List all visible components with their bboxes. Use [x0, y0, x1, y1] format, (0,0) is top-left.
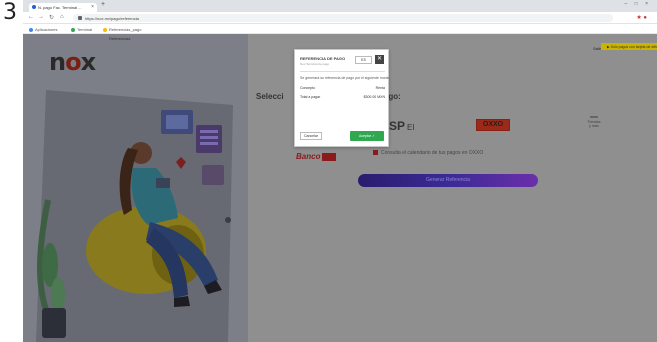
- back-icon[interactable]: ←: [28, 14, 34, 20]
- toolbar-extensions[interactable]: ★ ●: [636, 14, 647, 21]
- url-text: https://nox.mx/pago/referencia: [85, 16, 139, 21]
- favicon-icon: [32, 5, 36, 9]
- stores-option[interactable]: Tiendas y más: [580, 116, 608, 128]
- woman-beanbag-illustration: [36, 90, 233, 342]
- address-bar[interactable]: https://nox.mx/pago/referencia: [73, 14, 613, 22]
- bookmark-item[interactable]: Terminal: [71, 27, 92, 32]
- new-tab-button[interactable]: +: [101, 1, 105, 8]
- bookmark-item[interactable]: Referencias_pago: [103, 27, 141, 32]
- accept-button[interactable]: Aceptar ✓: [350, 131, 384, 141]
- browser-toolbar: ← → ↻ ⌂ https://nox.mx/pago/referencia ★…: [23, 12, 657, 24]
- reload-icon[interactable]: ↻: [49, 14, 54, 21]
- modal-subtitle: Nox Terminal de pago: [300, 62, 330, 66]
- cancel-button[interactable]: Cancelar: [300, 132, 322, 140]
- browser-tab[interactable]: N. pago Fac. Terminal ... ×: [29, 3, 97, 12]
- bank-option-red[interactable]: Banco: [296, 152, 337, 161]
- window-controls[interactable]: – □ ×: [625, 1, 652, 7]
- breadcrumb[interactable]: Referencias: [109, 36, 130, 41]
- total-row: Total a pagar $300.00 MXN: [300, 95, 385, 99]
- language-select[interactable]: ES: [355, 56, 372, 64]
- modal-title: REFERENCIA DE PAGO: [300, 56, 346, 61]
- tab-close-icon[interactable]: ×: [91, 4, 94, 10]
- payment-reference-modal: REFERENCIA DE PAGO Nox Terminal de pago …: [294, 49, 390, 147]
- modal-divider: [300, 71, 385, 72]
- close-icon[interactable]: ✕: [375, 55, 384, 64]
- bank-option-sp[interactable]: SP EI: [389, 119, 415, 133]
- calendar-icon: [373, 150, 378, 156]
- lock-icon: [78, 16, 82, 20]
- logout-link[interactable]: Salir: [593, 46, 601, 51]
- screenshot: 3 N. pago Fac. Terminal ... × + – □ × ← …: [0, 0, 657, 342]
- stores-icon: [590, 116, 598, 118]
- oxxo-option[interactable]: OXXO: [476, 119, 510, 131]
- bookmark-icon: [29, 27, 33, 32]
- tab-title: N. pago Fac. Terminal ...: [38, 5, 82, 10]
- calendar-info[interactable]: Consulta el calendario de tus pagos en O…: [373, 150, 483, 156]
- notice-banner: ▶ Sólo pagos con tarjeta de débito/crédi…: [601, 43, 657, 50]
- browser-tab-strip: N. pago Fac. Terminal ... × + – □ ×: [23, 0, 657, 12]
- bookmark-icon: [103, 27, 107, 32]
- forward-icon[interactable]: →: [38, 14, 44, 20]
- payment-method-heading: Selecci pago:: [256, 92, 401, 101]
- bookmark-item[interactable]: Aplicaciones: [29, 27, 57, 32]
- bookmark-icon: [71, 27, 75, 32]
- bookmarks-bar: Aplicaciones Terminal Referencias_pago: [23, 24, 657, 34]
- modal-message: Se generará su referencia de pago por el…: [300, 76, 390, 80]
- generate-reference-button[interactable]: Generar Referencia: [358, 174, 538, 187]
- page-content: Referencias nox Selecci pago: Salir ▶ Só…: [23, 34, 657, 342]
- home-icon[interactable]: ⌂: [60, 14, 64, 20]
- step-number: 3: [3, 0, 17, 25]
- concept-row: Concepto Renta: [300, 86, 385, 90]
